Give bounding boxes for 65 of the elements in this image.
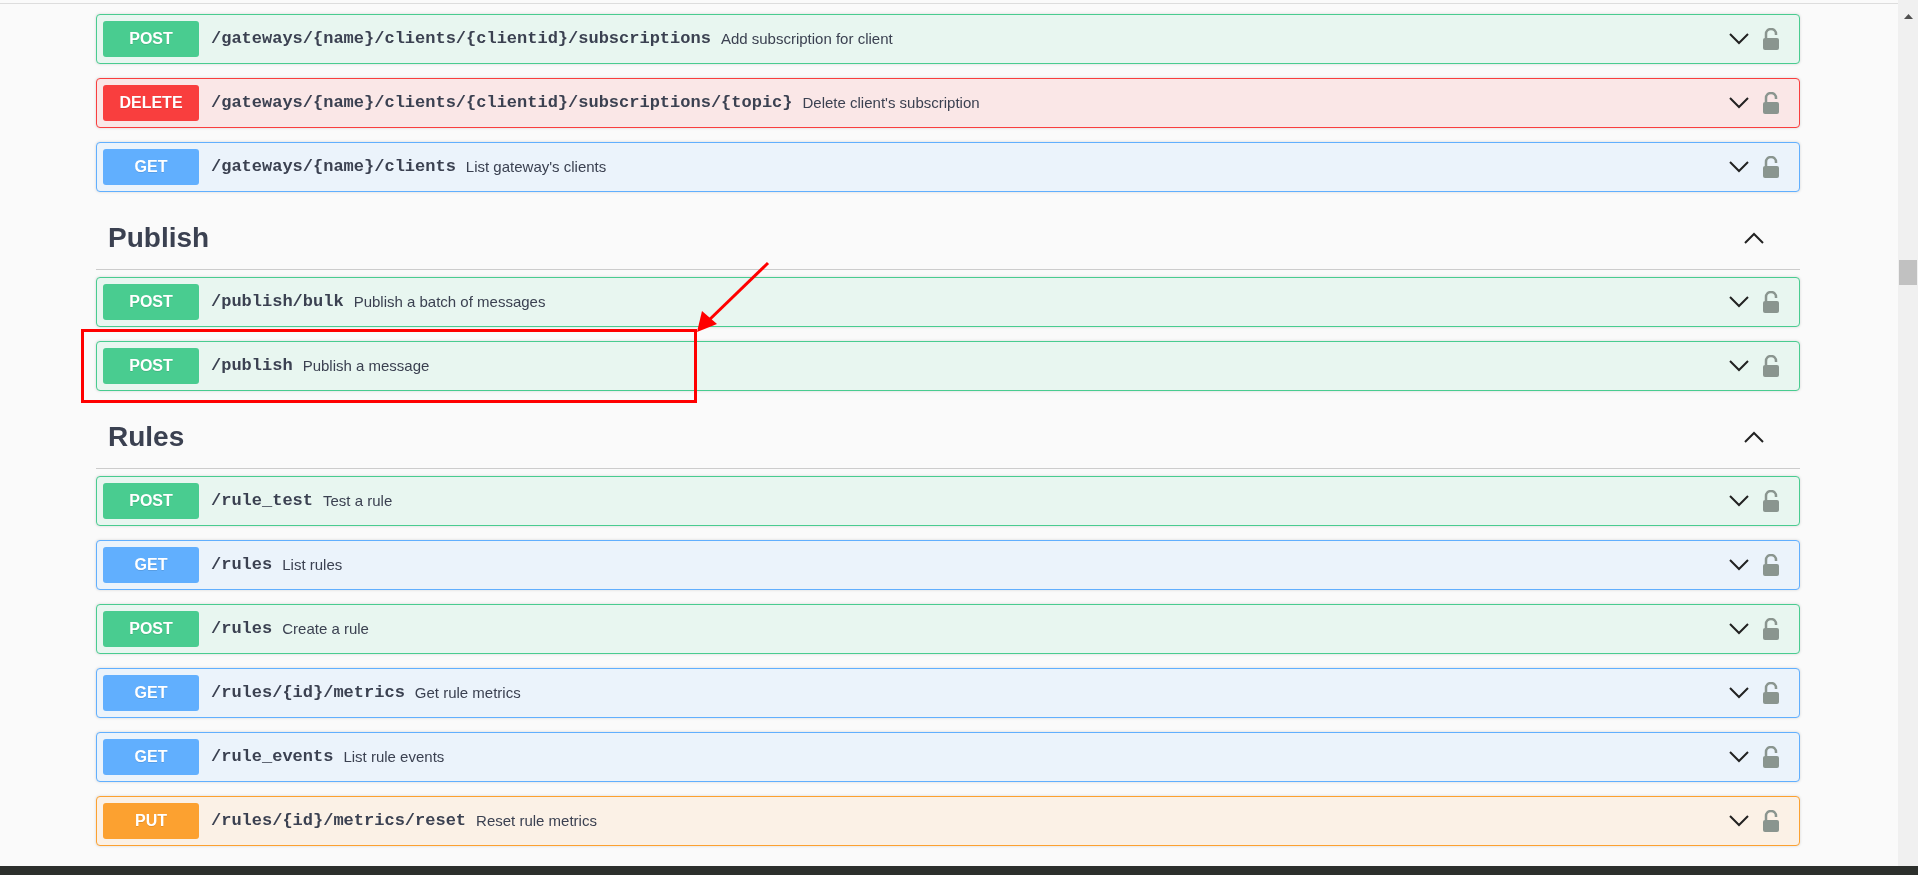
- operation-row[interactable]: POST /rule_test Test a rule: [96, 476, 1800, 526]
- operation-row[interactable]: GET /rule_events List rule events: [96, 732, 1800, 782]
- expand-icon[interactable]: [1729, 495, 1749, 507]
- expand-icon[interactable]: [1729, 559, 1749, 571]
- section-header[interactable]: Rules: [96, 405, 1800, 469]
- endpoint-summary: Test a rule: [323, 490, 393, 511]
- scrollbar[interactable]: [1898, 0, 1918, 866]
- endpoint-summary: Publish a message: [302, 355, 430, 376]
- operation-row[interactable]: GET /rules List rules: [96, 540, 1800, 590]
- section-title: Publish: [108, 220, 210, 255]
- endpoint-path: /rules: [211, 618, 273, 641]
- padlock-icon[interactable]: [1763, 810, 1779, 832]
- expand-icon[interactable]: [1729, 815, 1749, 827]
- expand-icon[interactable]: [1729, 687, 1749, 699]
- operation-row[interactable]: POST /publish Publish a message: [96, 341, 1800, 391]
- endpoint-summary: Add subscription for client: [720, 28, 893, 49]
- expand-icon[interactable]: [1729, 33, 1749, 45]
- scroll-up-icon[interactable]: [1903, 14, 1913, 19]
- operation-row[interactable]: DELETE /gateways/{name}/clients/{clientid}/subscriptions/{topic} Delete client's subscription: [96, 78, 1800, 128]
- endpoint-summary: Create a rule: [282, 618, 369, 639]
- padlock-icon[interactable]: [1763, 746, 1779, 768]
- endpoint-summary: List rule events: [343, 746, 445, 767]
- collapse-icon[interactable]: [1744, 430, 1764, 443]
- scrollbar-thumb[interactable]: [1899, 260, 1917, 285]
- padlock-icon[interactable]: [1763, 156, 1779, 178]
- padlock-icon[interactable]: [1763, 28, 1779, 50]
- section-title: Rules: [108, 419, 185, 454]
- operation-row[interactable]: POST /publish/bulk Publish a batch of messages: [96, 277, 1800, 327]
- operation-row[interactable]: GET /rules/{id}/metrics Get rule metrics: [96, 668, 1800, 718]
- endpoint-path: /rules: [211, 554, 273, 577]
- endpoint-summary: List rules: [282, 554, 343, 575]
- endpoint-path: /rules/{id}/metrics/reset: [211, 810, 467, 833]
- endpoint-summary: Get rule metrics: [414, 682, 521, 703]
- padlock-icon[interactable]: [1763, 355, 1779, 377]
- operation-row[interactable]: PUT /rules/{id}/metrics/reset Reset rule metrics: [96, 796, 1800, 846]
- endpoint-path: /rule_test: [211, 490, 314, 513]
- expand-icon[interactable]: [1729, 751, 1749, 763]
- endpoint-path: /publish/bulk: [211, 291, 344, 314]
- collapse-icon[interactable]: [1744, 231, 1764, 244]
- padlock-icon[interactable]: [1763, 490, 1779, 512]
- expand-icon[interactable]: [1729, 623, 1749, 635]
- padlock-icon[interactable]: [1763, 291, 1779, 313]
- padlock-icon[interactable]: [1763, 92, 1779, 114]
- expand-icon[interactable]: [1729, 296, 1749, 308]
- expand-icon[interactable]: [1729, 360, 1749, 372]
- padlock-icon[interactable]: [1763, 554, 1779, 576]
- endpoint-path: /gateways/{name}/clients/{clientid}/subscriptions: [211, 28, 711, 51]
- operation-row[interactable]: GET /gateways/{name}/clients List gateway's clients: [96, 142, 1800, 192]
- padlock-icon[interactable]: [1763, 682, 1779, 704]
- endpoint-path: /rule_events: [211, 746, 334, 769]
- expand-icon[interactable]: [1729, 97, 1749, 109]
- operation-row[interactable]: POST /gateways/{name}/clients/{clientid}/subscriptions Add subscription for client: [96, 14, 1800, 64]
- endpoint-path: /gateways/{name}/clients/{clientid}/subscriptions/{topic}: [211, 92, 793, 115]
- endpoint-path: /rules/{id}/metrics: [211, 682, 405, 705]
- operation-row[interactable]: POST /rules Create a rule: [96, 604, 1800, 654]
- endpoint-path: /gateways/{name}/clients: [211, 156, 456, 179]
- endpoint-summary: Delete client's subscription: [802, 92, 980, 113]
- section-header[interactable]: Publish: [96, 206, 1800, 270]
- expand-icon[interactable]: [1729, 161, 1749, 173]
- endpoint-path: /publish: [211, 355, 293, 378]
- endpoint-summary: Publish a batch of messages: [353, 291, 546, 312]
- padlock-icon[interactable]: [1763, 618, 1779, 640]
- endpoint-summary: List gateway's clients: [465, 156, 607, 177]
- endpoint-summary: Reset rule metrics: [476, 810, 597, 831]
- method-badge[interactable]: DELETE: [103, 85, 199, 121]
